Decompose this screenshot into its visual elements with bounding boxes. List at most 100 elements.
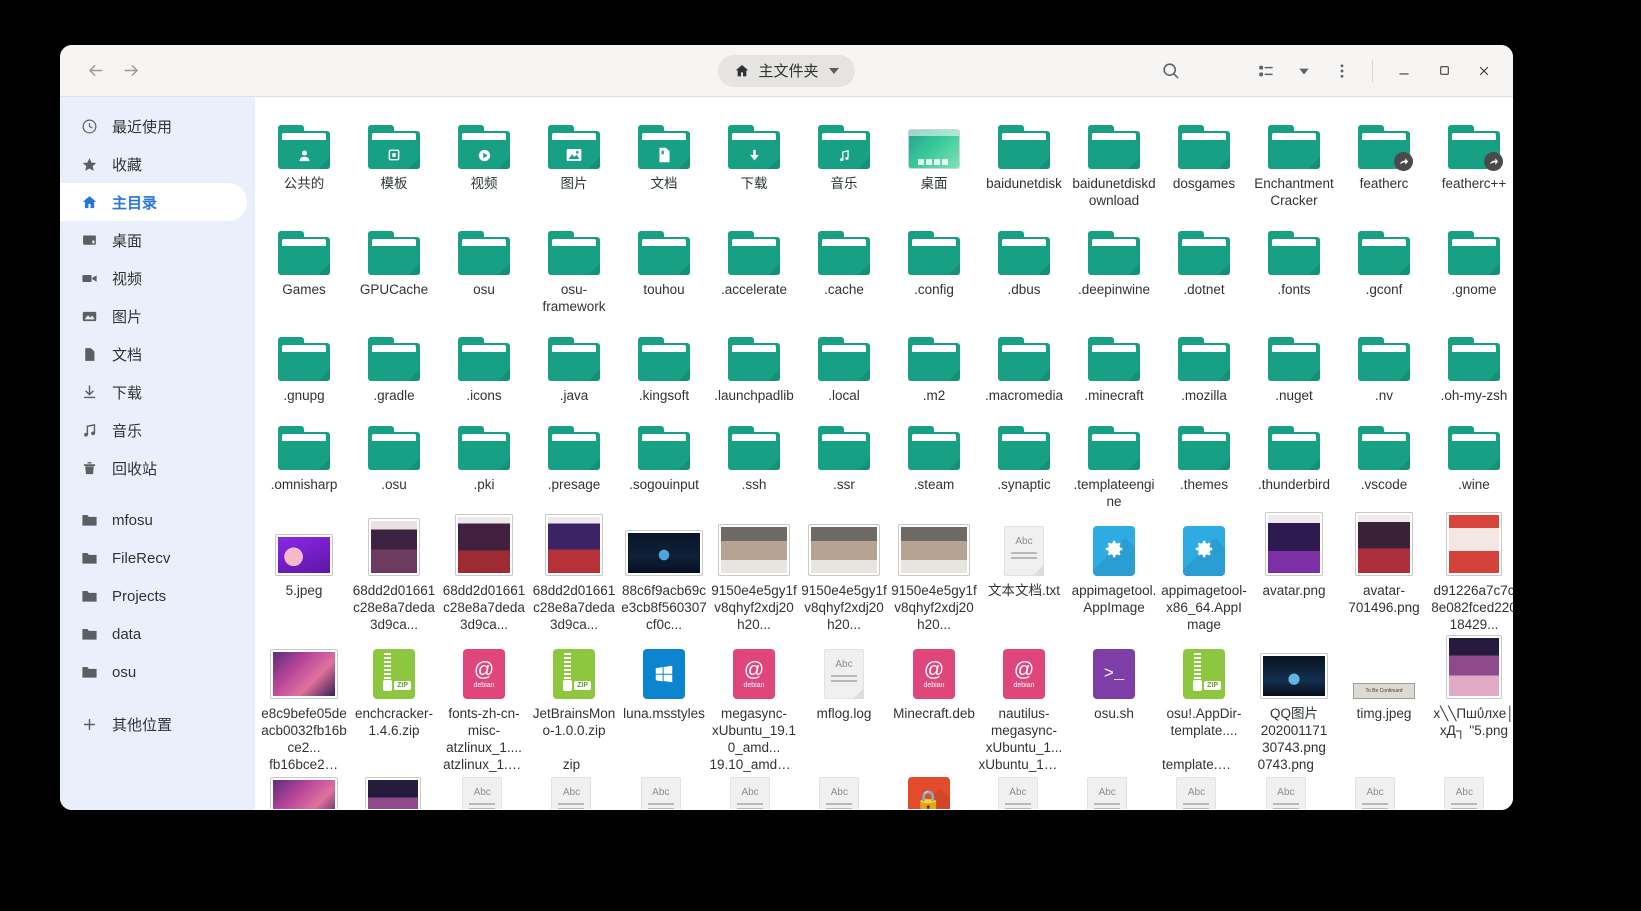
view-mode-button[interactable] — [1248, 54, 1284, 88]
file-item[interactable]: 桌面 — [889, 103, 979, 209]
file-item[interactable]: Abc — [1330, 773, 1419, 809]
file-item[interactable]: 音乐 — [799, 103, 889, 209]
back-button[interactable] — [80, 56, 110, 86]
file-item[interactable]: .local — [799, 315, 889, 404]
sidebar-item-图片[interactable]: 图片 — [60, 297, 247, 335]
file-item[interactable]: Abc — [616, 773, 705, 809]
file-item[interactable]: 9150e4e5gy1fv8qhyf2xdj20h20... — [709, 510, 799, 633]
file-item[interactable]: .wine — [1429, 404, 1513, 510]
sidebar-item-文档[interactable]: 文档 — [60, 335, 247, 373]
file-item[interactable]: featherc++ — [1429, 103, 1513, 209]
file-item[interactable]: @ debian megasync-xUbuntu_19.10_amd... — [709, 633, 799, 756]
file-item[interactable]: 公共的 — [259, 103, 349, 209]
file-item[interactable]: .mozilla — [1159, 315, 1249, 404]
file-item[interactable]: baidunetdisk — [979, 103, 1069, 209]
file-item[interactable]: .accelerate — [709, 209, 799, 315]
file-item[interactable]: featherc — [1339, 103, 1429, 209]
file-item[interactable]: ZIP JetBrainsMono-1.0.0.zip — [529, 633, 619, 756]
file-item[interactable]: .omnisharp — [259, 404, 349, 510]
sidebar-item-最近使用[interactable]: 最近使用 — [60, 107, 247, 145]
file-item[interactable]: .icons — [439, 315, 529, 404]
file-item[interactable]: x╲╲Пшΰлхе│хД┐ ''5.png — [1429, 633, 1513, 756]
file-item[interactable]: EnchantmentCracker — [1249, 103, 1339, 209]
sidebar-item-mfosu[interactable]: mfosu — [60, 501, 247, 539]
file-item[interactable]: touhou — [619, 209, 709, 315]
file-item[interactable]: Abc 文本文档.txt — [979, 510, 1069, 633]
file-item[interactable]: 88c6f9acb69ce3cb8f560307cf0c... — [619, 510, 709, 633]
main-menu-button[interactable] — [1324, 54, 1360, 88]
close-button[interactable] — [1465, 54, 1503, 88]
sidebar-item-其他位置[interactable]: 其他位置 — [60, 705, 247, 743]
file-item[interactable]: .gradle — [349, 315, 439, 404]
file-item[interactable]: .gnome — [1429, 209, 1513, 315]
sidebar-item-下载[interactable]: 下载 — [60, 373, 247, 411]
file-item[interactable]: .m2 — [889, 315, 979, 404]
file-item[interactable]: ZIP osu!.AppDir-template.... — [1159, 633, 1249, 756]
file-item[interactable]: .templateengine — [1069, 404, 1159, 510]
file-item[interactable]: ZIP enchcracker-1.4.6.zip — [349, 633, 439, 756]
file-item[interactable]: .presage — [529, 404, 619, 510]
file-item[interactable]: .java — [529, 315, 619, 404]
file-item[interactable]: GPUCache — [349, 209, 439, 315]
file-item[interactable]: .minecraft — [1069, 315, 1159, 404]
file-grid-area[interactable]: 公共的 模板 视频 图片 文档 下载 音乐 桌面 baidunetdisk baidunetdis… — [255, 97, 1513, 810]
file-item[interactable]: 68dd2d01661c28e8a7deda3d9ca... — [529, 510, 619, 633]
file-item[interactable]: .gnupg — [259, 315, 349, 404]
file-item[interactable]: Abc — [438, 773, 527, 809]
file-item[interactable]: .pki — [439, 404, 529, 510]
maximize-button[interactable] — [1425, 54, 1463, 88]
file-item[interactable]: dosgames — [1159, 103, 1249, 209]
file-item[interactable]: .cache — [799, 209, 889, 315]
file-item[interactable]: .nv — [1339, 315, 1429, 404]
file-item[interactable]: avatar-701496.png — [1339, 510, 1429, 633]
file-item[interactable]: appimagetool-x86_64.AppImage — [1159, 510, 1249, 633]
file-item[interactable]: Abc — [705, 773, 794, 809]
file-item[interactable]: 68dd2d01661c28e8a7deda3d9ca... — [349, 510, 439, 633]
file-item[interactable]: Abc — [795, 773, 884, 809]
file-item[interactable]: e8c9befe05deacb0032fb16bce2... — [259, 633, 349, 756]
file-item[interactable]: >_ osu.sh — [1069, 633, 1159, 756]
file-item[interactable]: 视频 — [439, 103, 529, 209]
minimize-button[interactable] — [1385, 54, 1423, 88]
sidebar-item-收藏[interactable]: 收藏 — [60, 145, 247, 183]
file-item[interactable]: Abc — [973, 773, 1062, 809]
file-item[interactable]: .gconf — [1339, 209, 1429, 315]
file-item[interactable]: .fonts — [1249, 209, 1339, 315]
file-item[interactable]: .synaptic — [979, 404, 1069, 510]
file-item[interactable]: osu-framework — [529, 209, 619, 315]
file-item[interactable]: avatar.png — [1249, 510, 1339, 633]
sidebar-item-音乐[interactable]: 音乐 — [60, 411, 247, 449]
file-item[interactable] — [348, 773, 437, 809]
sidebar-item-data[interactable]: data — [60, 615, 247, 653]
file-item[interactable]: Abc mflog.log — [799, 633, 889, 756]
file-item[interactable]: 模板 — [349, 103, 439, 209]
file-item[interactable]: 68dd2d01661c28e8a7deda3d9ca... — [439, 510, 529, 633]
file-item[interactable]: .macromedia — [979, 315, 1069, 404]
file-item[interactable]: .themes — [1159, 404, 1249, 510]
search-button[interactable] — [1152, 54, 1188, 88]
file-item[interactable]: 文档 — [619, 103, 709, 209]
file-item[interactable]: .kingsoft — [619, 315, 709, 404]
file-item[interactable]: @ debian nautilus-megasync-xUbuntu_1... — [979, 633, 1069, 756]
file-item[interactable]: luna.msstyles — [619, 633, 709, 756]
file-item[interactable]: .ssr — [799, 404, 889, 510]
file-item[interactable]: Games — [259, 209, 349, 315]
file-item[interactable]: osu — [439, 209, 529, 315]
file-item[interactable]: Abc — [1420, 773, 1509, 809]
file-item[interactable]: .vscode — [1339, 404, 1429, 510]
file-item[interactable]: .oh-my-zsh — [1429, 315, 1513, 404]
file-item[interactable]: .osu — [349, 404, 439, 510]
forward-button[interactable] — [116, 56, 146, 86]
view-dropdown-button[interactable] — [1286, 54, 1322, 88]
file-item[interactable]: @ debian fonts-zh-cn-misc-atzlinux_1.... — [439, 633, 529, 756]
file-item[interactable]: .dotnet — [1159, 209, 1249, 315]
file-item[interactable]: .ssh — [709, 404, 799, 510]
file-item[interactable]: .thunderbird — [1249, 404, 1339, 510]
sidebar-item-视频[interactable]: 视频 — [60, 259, 247, 297]
sidebar-item-主目录[interactable]: 主目录 — [60, 183, 247, 221]
sidebar-item-回收站[interactable]: 回收站 — [60, 449, 247, 487]
file-item[interactable]: 下载 — [709, 103, 799, 209]
sidebar-item-projects[interactable]: Projects — [60, 577, 247, 615]
file-item[interactable]: 🔒 — [884, 773, 973, 809]
file-item[interactable]: baidunetdiskdownload — [1069, 103, 1159, 209]
